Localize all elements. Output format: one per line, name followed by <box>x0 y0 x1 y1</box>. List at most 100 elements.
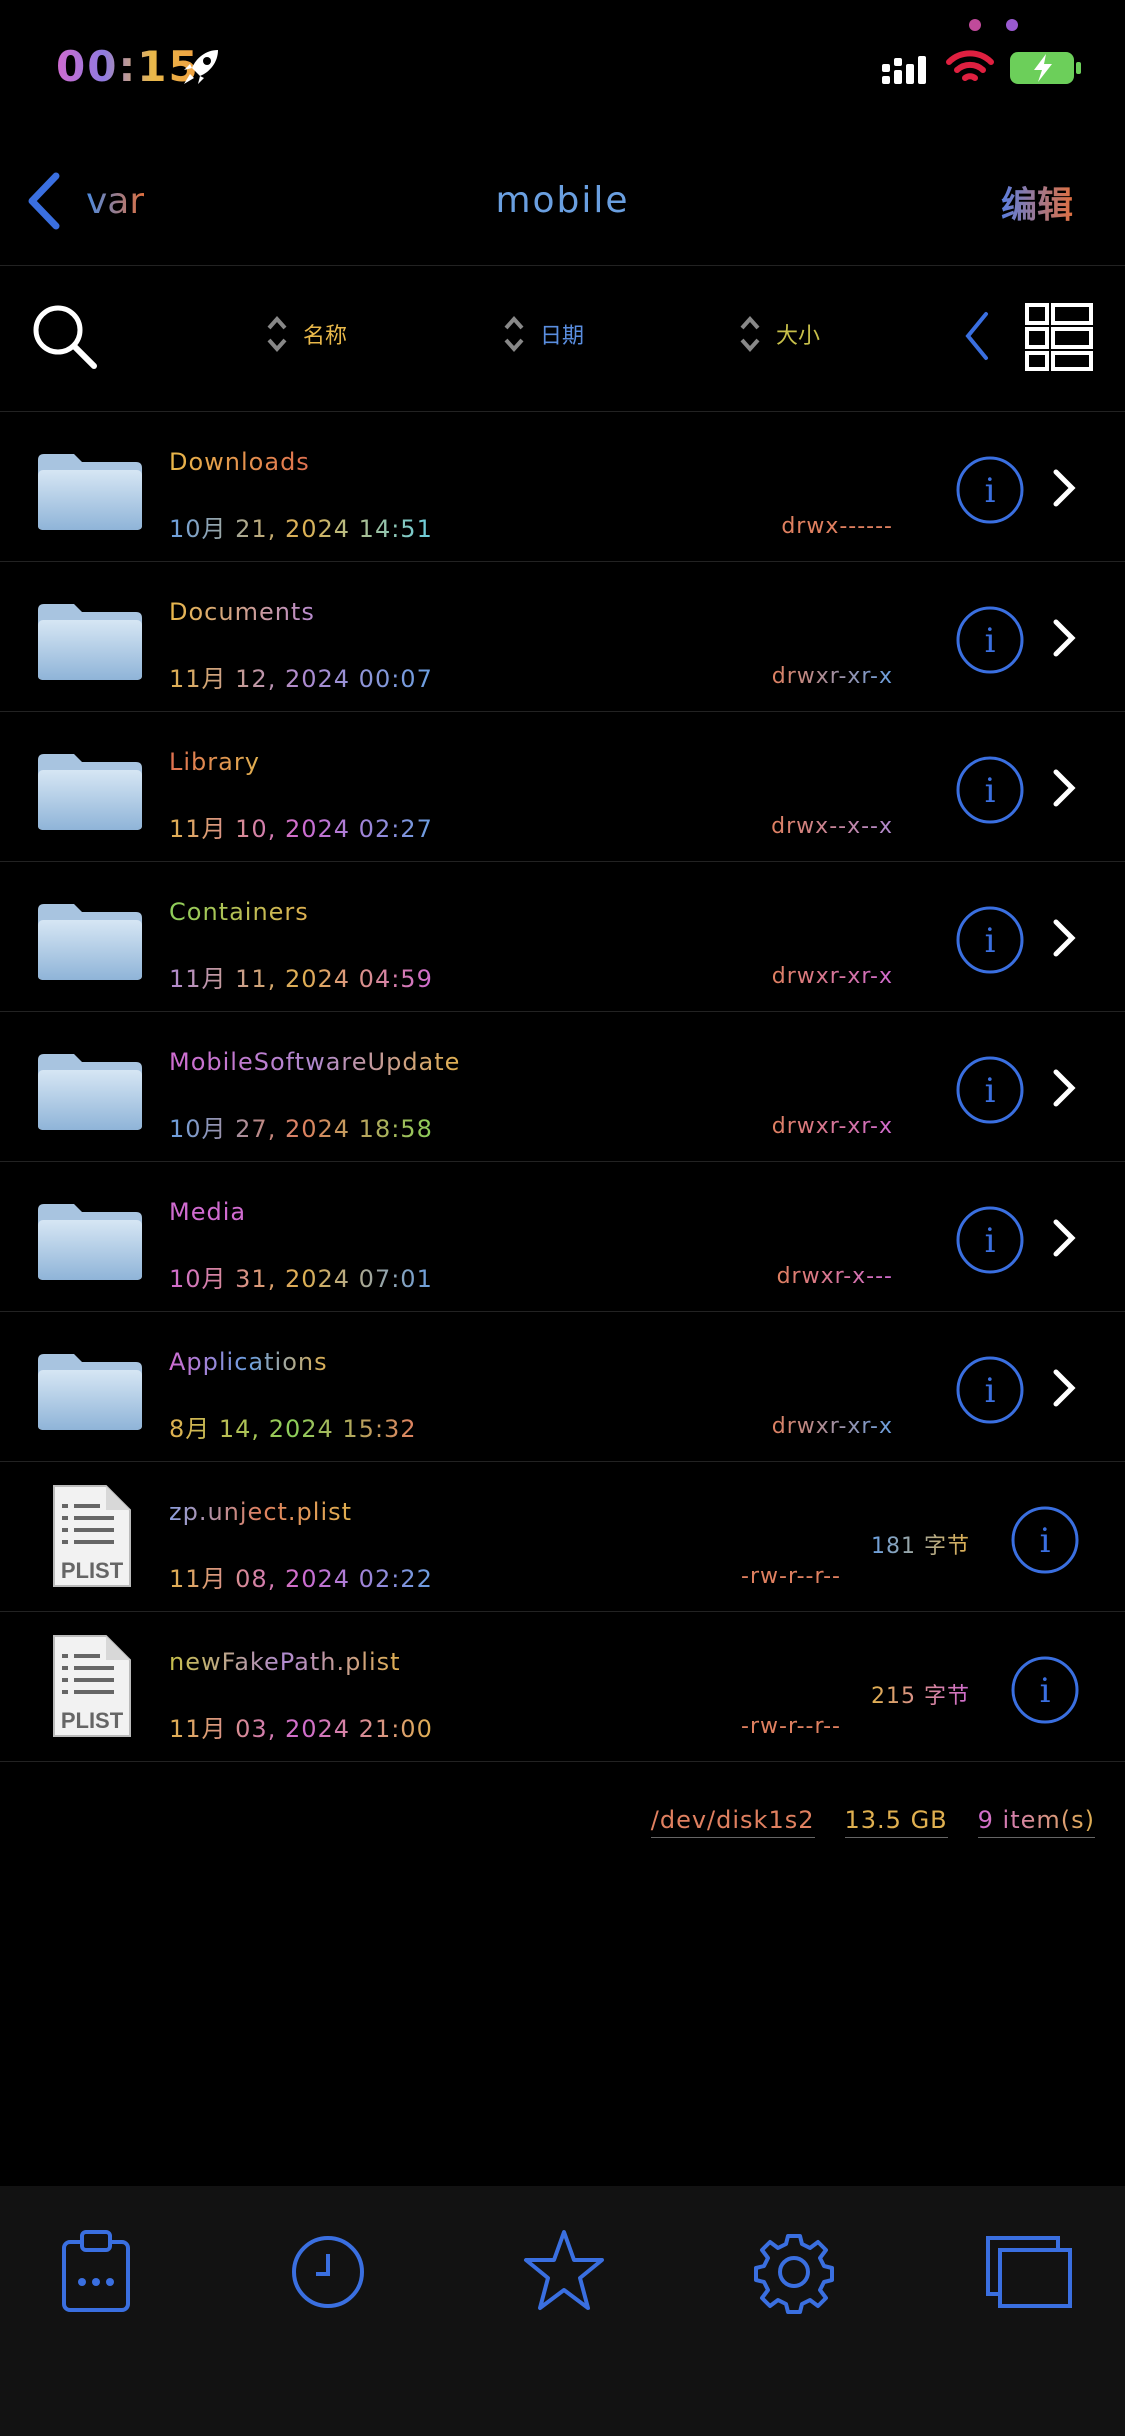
sort-by-size[interactable]: 大小 <box>738 314 820 354</box>
plist-file-icon: PLIST <box>53 1485 131 1587</box>
svg-text:i: i <box>985 1221 996 1261</box>
chevron-left-icon[interactable] <box>962 310 992 362</box>
list-item[interactable]: MobileSoftwareUpdate 10月 27, 2024 18:58 … <box>0 1012 1125 1162</box>
svg-text:i: i <box>985 471 996 511</box>
info-icon[interactable]: i <box>955 755 1025 825</box>
navigation-bar: var mobile 编辑 <box>0 140 1125 266</box>
sort-size-label: 大小 <box>776 324 821 349</box>
sort-name-label: 名称 <box>303 324 348 349</box>
folder-icon <box>38 1204 142 1280</box>
folder-icon <box>38 754 142 830</box>
toolbar: 名称 日期 大小 <box>0 266 1125 412</box>
search-icon[interactable] <box>30 302 100 372</box>
file-permissions: drwx------ <box>781 514 893 539</box>
status-time: 00:15 <box>56 42 200 91</box>
file-date: 11月 10, 2024 02:27 <box>169 809 433 844</box>
info-icon[interactable]: i <box>955 1205 1025 1275</box>
info-icon[interactable]: i <box>955 605 1025 675</box>
svg-text:i: i <box>985 621 996 661</box>
item-count[interactable]: 9 item(s) <box>977 1806 1095 1838</box>
info-icon[interactable]: i <box>955 1055 1025 1125</box>
info-icon[interactable]: i <box>955 1355 1025 1425</box>
svg-text:i: i <box>985 1071 996 1111</box>
file-name: Applications <box>169 1348 328 1376</box>
chevron-right-icon[interactable] <box>1052 768 1076 808</box>
clock-icon[interactable] <box>288 2226 368 2316</box>
rocket-icon <box>184 50 218 84</box>
info-icon[interactable]: i <box>1010 1655 1080 1725</box>
list-item[interactable]: Media 10月 31, 2024 07:01 drwxr-x--- i <box>0 1162 1125 1312</box>
info-icon[interactable]: i <box>955 905 1025 975</box>
gear-icon[interactable] <box>752 2226 836 2316</box>
windows-icon[interactable] <box>984 2226 1074 2316</box>
svg-text:i: i <box>985 921 996 961</box>
chevron-right-icon[interactable] <box>1052 468 1076 508</box>
wifi-icon <box>946 50 994 81</box>
file-list: Downloads 10月 21, 2024 14:51 drwx------ … <box>0 412 1125 1762</box>
list-item[interactable]: Documents 11月 12, 2024 00:07 drwxr-xr-x … <box>0 562 1125 712</box>
file-permissions: drwxr-xr-x <box>771 1414 893 1439</box>
disk-label[interactable]: /dev/disk1s2 <box>650 1806 815 1838</box>
info-icon[interactable]: i <box>1010 1505 1080 1575</box>
file-name: Containers <box>169 898 309 926</box>
file-permissions: -rw-r--r-- <box>741 1714 841 1739</box>
storage-summary: /dev/disk1s2 13.5 GB 9 item(s) <box>650 1806 1095 1838</box>
sort-by-date[interactable]: 日期 <box>502 314 584 354</box>
chevron-right-icon[interactable] <box>1052 918 1076 958</box>
chevron-right-icon[interactable] <box>1052 1368 1076 1408</box>
sort-arrows-icon <box>267 315 287 353</box>
file-permissions: -rw-r--r-- <box>741 1564 841 1589</box>
file-name: Library <box>169 748 260 776</box>
file-date: 11月 12, 2024 00:07 <box>169 659 433 694</box>
file-date: 10月 21, 2024 14:51 <box>169 509 433 544</box>
file-permissions: drwxr-xr-x <box>771 1114 893 1139</box>
file-date: 11月 03, 2024 21:00 <box>169 1709 433 1744</box>
star-icon[interactable] <box>522 2226 606 2316</box>
list-item[interactable]: PLIST newFakePath.plist 11月 03, 2024 21:… <box>0 1612 1125 1762</box>
file-date: 8月 14, 2024 15:32 <box>169 1409 417 1444</box>
list-item[interactable]: PLIST zp.unject.plist 11月 08, 2024 02:22… <box>0 1462 1125 1612</box>
sort-arrows-icon <box>504 315 524 353</box>
file-name: Downloads <box>169 448 310 476</box>
folder-icon <box>38 604 142 680</box>
file-permissions: drwxr-x--- <box>776 1264 893 1289</box>
plist-badge: PLIST <box>61 1558 124 1583</box>
file-permissions: drwx--x--x <box>771 814 893 839</box>
chevron-right-icon[interactable] <box>1052 618 1076 658</box>
file-size: 215 字节 <box>871 1678 970 1710</box>
file-date: 10月 27, 2024 18:58 <box>169 1109 433 1144</box>
file-name: zp.unject.plist <box>169 1498 353 1526</box>
folder-icon <box>38 1054 142 1130</box>
svg-text:i: i <box>1040 1671 1051 1711</box>
status-bar: 00:15 <box>0 0 1125 140</box>
file-date: 11月 08, 2024 02:22 <box>169 1559 433 1594</box>
edit-button[interactable]: 编辑 <box>1001 176 1073 228</box>
battery-charging-icon <box>1010 52 1081 84</box>
chevron-right-icon[interactable] <box>1052 1218 1076 1258</box>
file-permissions: drwxr-xr-x <box>771 664 893 689</box>
list-item[interactable]: Containers 11月 11, 2024 04:59 drwxr-xr-x… <box>0 862 1125 1012</box>
plist-file-icon: PLIST <box>53 1635 131 1737</box>
clipboard-icon[interactable] <box>56 2226 136 2316</box>
tab-bar <box>0 2186 1125 2436</box>
list-item[interactable]: Applications 8月 14, 2024 15:32 drwxr-xr-… <box>0 1312 1125 1462</box>
file-date: 11月 11, 2024 04:59 <box>169 959 433 994</box>
file-name: MobileSoftwareUpdate <box>169 1048 461 1076</box>
list-view-icon[interactable] <box>1024 302 1094 372</box>
privacy-dots-icon <box>969 19 1018 31</box>
sort-by-name[interactable]: 名称 <box>265 314 347 354</box>
file-permissions: drwxr-xr-x <box>771 964 893 989</box>
svg-text:i: i <box>985 771 996 811</box>
folder-icon <box>38 454 142 530</box>
file-name: Media <box>169 1198 247 1226</box>
list-item[interactable]: Library 11月 10, 2024 02:27 drwx--x--x i <box>0 712 1125 862</box>
free-space[interactable]: 13.5 GB <box>844 1806 948 1838</box>
list-item[interactable]: Downloads 10月 21, 2024 14:51 drwx------ … <box>0 412 1125 562</box>
file-date: 10月 31, 2024 07:01 <box>169 1259 433 1294</box>
chevron-right-icon[interactable] <box>1052 1068 1076 1108</box>
page-title: mobile <box>495 180 630 221</box>
sort-date-label: 日期 <box>540 324 585 349</box>
folder-icon <box>38 904 142 980</box>
info-icon[interactable]: i <box>955 455 1025 525</box>
file-name: newFakePath.plist <box>169 1648 401 1676</box>
